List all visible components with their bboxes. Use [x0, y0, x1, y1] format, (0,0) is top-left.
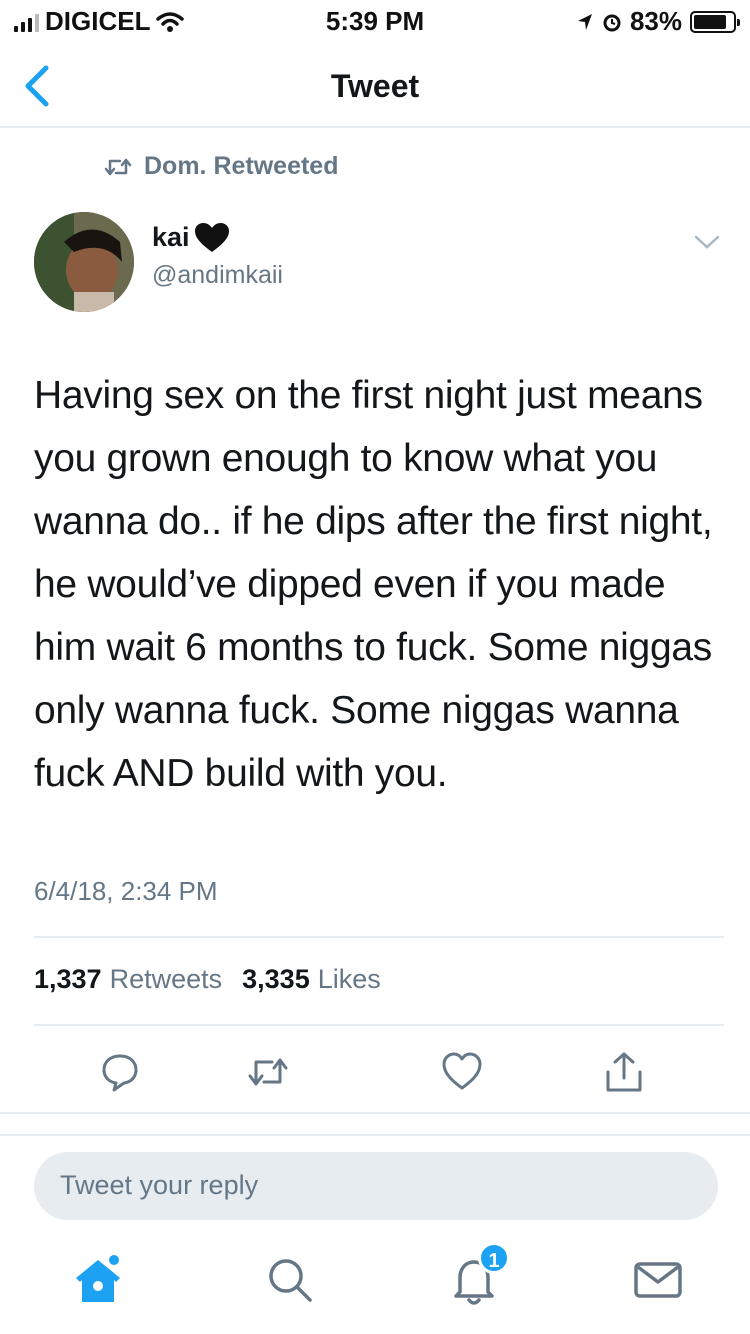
notification-badge: 1 [478, 1242, 510, 1274]
section-separator [0, 1112, 750, 1114]
share-icon[interactable] [602, 1050, 646, 1094]
location-arrow-icon [577, 13, 592, 30]
author-handle: @andimkaii [152, 261, 283, 289]
retweets-stat[interactable]: 1,337 Retweets [34, 964, 222, 995]
tab-bar: 1 [0, 1238, 750, 1334]
author-name: kai [152, 222, 190, 252]
battery-icon [690, 10, 740, 33]
nav-bar: Tweet [0, 44, 750, 128]
tab-notifications[interactable]: 1 [446, 1242, 510, 1308]
page-title: Tweet [330, 68, 420, 104]
retweets-label: Retweets [109, 964, 223, 994]
tweet-timestamp: 6/4/18, 2:34 PM [34, 876, 218, 906]
tweet-text: Having sex on the first night just means… [34, 374, 713, 795]
tweet-stats: 1,337 Retweets 3,335 Likes [34, 964, 391, 995]
reply-icon[interactable] [98, 1050, 142, 1094]
retweet-icon [104, 158, 132, 175]
caret-down-icon[interactable] [692, 232, 722, 252]
reply-input[interactable]: Tweet your reply [34, 1152, 718, 1220]
likes-stat[interactable]: 3,335 Likes [242, 964, 381, 995]
retweet-context[interactable]: Dom. Retweeted [104, 152, 338, 181]
heart-icon [194, 222, 229, 252]
section-separator [0, 1134, 750, 1136]
retweet-action-icon[interactable] [246, 1050, 290, 1094]
likes-label: Likes [317, 964, 381, 994]
retweet-context-label: Dom. Retweeted [144, 152, 339, 180]
author-name-row: kai [152, 222, 283, 253]
tweet-actions [0, 1040, 750, 1104]
alarm-icon [603, 14, 621, 31]
reply-placeholder: Tweet your reply [60, 1170, 259, 1200]
battery-percent: 83% [629, 6, 682, 36]
status-bar: DIGICEL 5:39 PM 83% [0, 0, 750, 40]
search-icon [269, 1259, 312, 1302]
likes-count: 3,335 [242, 964, 310, 994]
messages-icon [634, 1262, 682, 1298]
retweets-count: 1,337 [34, 964, 102, 994]
author-block[interactable]: kai @andimkaii [152, 222, 283, 290]
home-icon [76, 1255, 120, 1302]
divider [34, 1024, 724, 1026]
tab-home[interactable] [70, 1252, 126, 1308]
tab-search[interactable] [262, 1252, 318, 1308]
avatar[interactable] [34, 212, 134, 312]
like-icon[interactable] [440, 1050, 484, 1094]
tab-messages[interactable] [630, 1252, 686, 1308]
status-right: 83% [576, 6, 740, 37]
divider [34, 936, 724, 938]
